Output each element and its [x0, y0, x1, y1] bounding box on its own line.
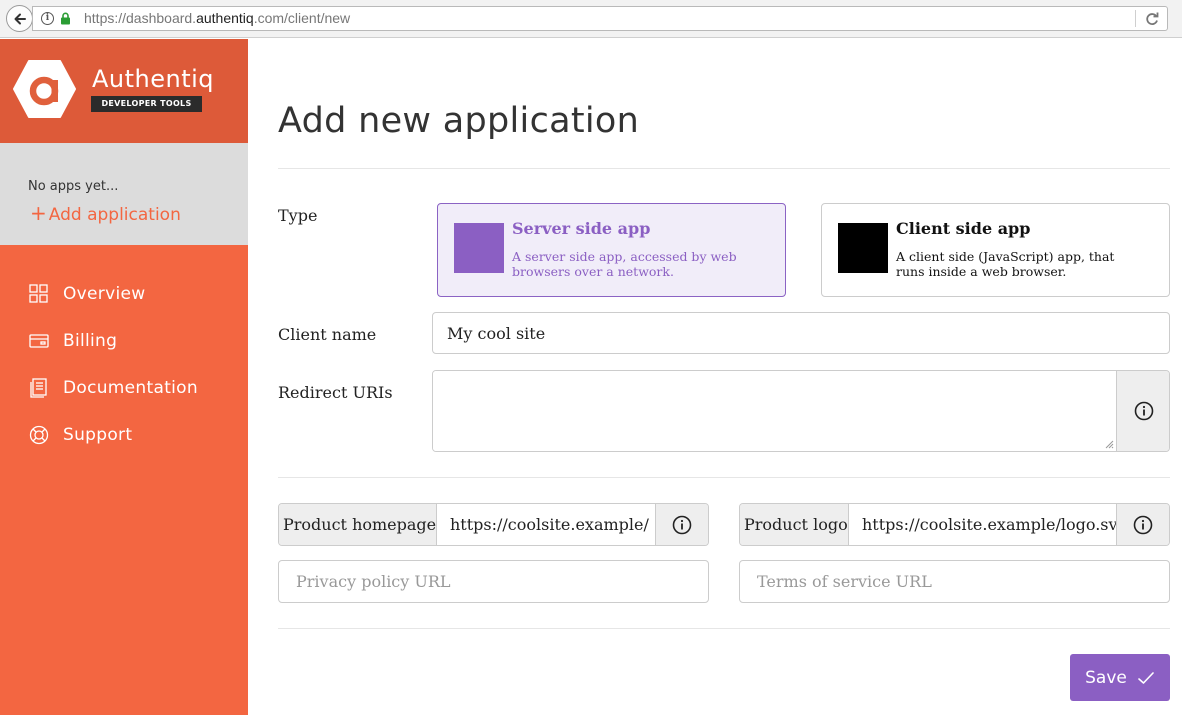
redirect-uris-textarea[interactable]	[433, 371, 1117, 451]
grid-icon	[29, 284, 48, 303]
type-description: A client side (JavaScript) app, that run…	[896, 249, 1115, 279]
apps-panel: No apps yet... + Add application	[0, 143, 248, 245]
arrow-left-icon	[14, 13, 26, 24]
address-bar[interactable]: i https://dashboard.authentiq.com/client…	[32, 6, 1168, 31]
document-icon	[30, 378, 47, 398]
product-logo-group: Product logo https://coolsite.example/lo…	[739, 503, 1170, 546]
save-button[interactable]: Save	[1070, 654, 1170, 701]
nav-item-documentation[interactable]: Documentation	[28, 373, 198, 403]
add-application-link[interactable]: + Add application	[30, 201, 181, 225]
info-icon	[1134, 401, 1154, 421]
reload-icon[interactable]	[1143, 10, 1161, 28]
info-icon	[1133, 515, 1153, 534]
divider	[278, 168, 1170, 169]
info-icon	[672, 515, 692, 534]
site-info-icon[interactable]: i	[41, 12, 54, 25]
type-option-client-side[interactable]: Client side app A client side (JavaScrip…	[821, 203, 1170, 297]
client-name-input[interactable]: My cool site	[432, 312, 1170, 354]
privacy-policy-input[interactable]: Privacy policy URL	[278, 560, 709, 603]
type-title: Server side app	[512, 219, 651, 238]
type-title: Client side app	[896, 219, 1031, 238]
sidebar-header: Authentiq DEVELOPER TOOLS	[0, 39, 248, 143]
lock-icon	[61, 12, 70, 25]
product-homepage-label: Product homepage	[279, 504, 437, 545]
add-application-label: Add application	[48, 205, 181, 225]
page-title: Add new application	[278, 101, 640, 141]
nav-item-support[interactable]: Support	[28, 420, 132, 450]
divider	[278, 628, 1170, 629]
nav-item-label: Overview	[63, 284, 146, 304]
url-text: https://dashboard.authentiq.com/client/n…	[84, 10, 351, 26]
sidebar: Authentiq DEVELOPER TOOLS No apps yet...…	[0, 39, 248, 715]
product-homepage-group: Product homepage https://coolsite.exampl…	[278, 503, 709, 546]
brand-name: Authentiq	[92, 65, 215, 93]
client-name-label: Client name	[278, 325, 377, 344]
nav-item-billing[interactable]: Billing	[28, 326, 117, 356]
redirect-uris-label: Redirect URIs	[278, 383, 393, 402]
save-label: Save	[1085, 667, 1127, 688]
redirect-uris-info-button[interactable]	[1117, 371, 1169, 451]
lifebuoy-icon	[29, 425, 49, 445]
privacy-policy-placeholder: Privacy policy URL	[296, 572, 451, 591]
product-homepage-info-button[interactable]	[655, 504, 708, 545]
main-content: Add new application Type Server side app…	[248, 39, 1182, 715]
back-button[interactable]	[6, 5, 33, 32]
no-apps-text: No apps yet...	[28, 179, 119, 194]
browser-toolbar: i https://dashboard.authentiq.com/client…	[0, 0, 1182, 38]
brand-badge: DEVELOPER TOOLS	[91, 96, 202, 112]
plus-icon: +	[30, 201, 47, 225]
type-description: A server side app, accessed by web brows…	[512, 249, 737, 279]
terms-of-service-input[interactable]: Terms of service URL	[739, 560, 1170, 603]
nav-item-label: Documentation	[63, 378, 198, 398]
resize-handle-icon[interactable]	[1105, 440, 1114, 449]
divider	[278, 477, 1170, 478]
product-logo-info-button[interactable]	[1116, 504, 1169, 545]
authentiq-logo-icon[interactable]	[13, 60, 76, 118]
product-logo-label: Product logo	[740, 504, 849, 545]
checkmark-icon	[1138, 671, 1154, 684]
client-swatch	[838, 223, 888, 273]
nav-item-label: Billing	[63, 331, 118, 351]
type-option-server-side[interactable]: Server side app A server side app, acces…	[437, 203, 786, 297]
product-homepage-input[interactable]: https://coolsite.example/	[437, 504, 655, 545]
nav-item-label: Support	[63, 425, 133, 445]
type-label: Type	[278, 206, 318, 225]
terms-of-service-placeholder: Terms of service URL	[757, 572, 932, 591]
server-swatch	[454, 223, 504, 273]
redirect-uris-group	[432, 370, 1170, 452]
url-divider	[1135, 10, 1136, 27]
product-logo-input[interactable]: https://coolsite.example/logo.sv	[849, 504, 1116, 545]
nav-item-overview[interactable]: Overview	[28, 279, 145, 309]
credit-card-icon	[29, 334, 49, 348]
